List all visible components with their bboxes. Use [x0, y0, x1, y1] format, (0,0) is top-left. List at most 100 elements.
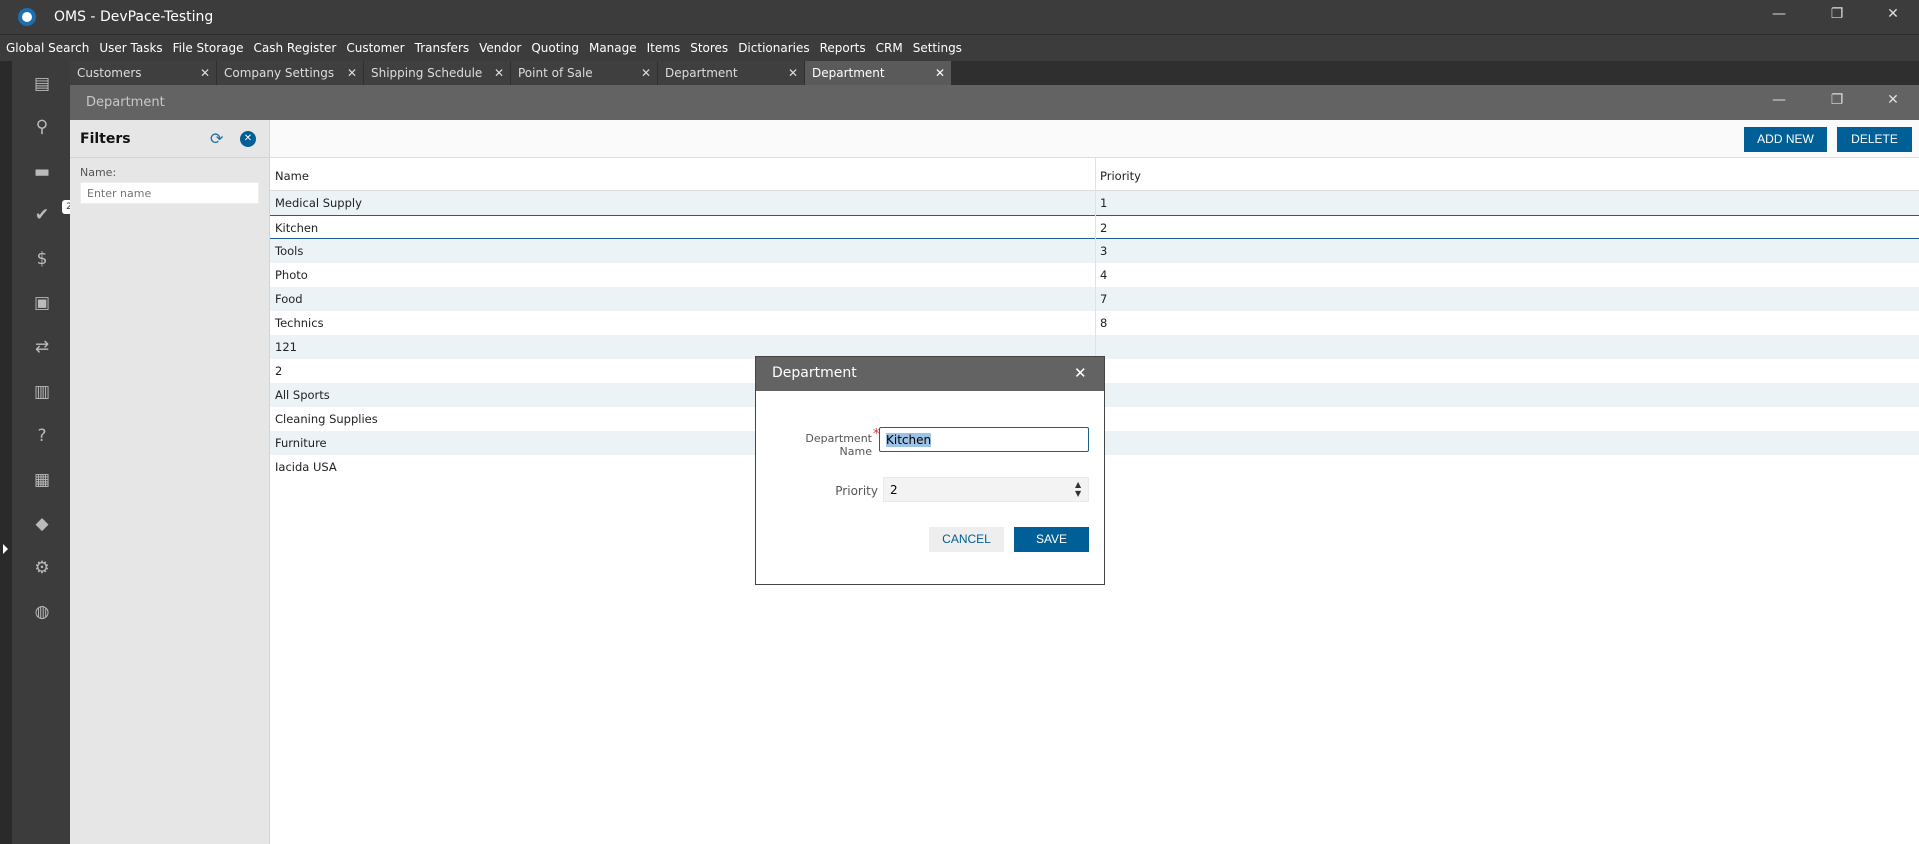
cell-name: Food [275, 292, 303, 306]
menu-item-transfers[interactable]: Transfers [415, 41, 470, 55]
delete-button[interactable]: DELETE [1837, 127, 1912, 152]
cancel-button[interactable]: CANCEL [929, 527, 1004, 552]
tab-label: Customers [77, 66, 142, 80]
tag-icon[interactable]: ◆ [32, 515, 52, 533]
tab-label: Department [665, 66, 738, 80]
folder-icon[interactable]: ▬ [32, 163, 52, 181]
tab-close-icon[interactable]: ✕ [200, 66, 210, 80]
restore-icon[interactable]: ❐ [1822, 6, 1852, 22]
cell-name: Iacida USA [275, 460, 337, 474]
tab-label: Point of Sale [518, 66, 593, 80]
globe-icon[interactable]: ◍ [32, 603, 52, 621]
tab-close-icon[interactable]: ✕ [788, 66, 798, 80]
add-new-button[interactable]: ADD NEW [1744, 127, 1827, 152]
filters-title: Filters [80, 131, 131, 147]
name-label: Name: [80, 166, 117, 179]
cell-priority: 3 [1100, 244, 1108, 258]
dialog-close-icon[interactable]: ✕ [1074, 364, 1087, 382]
stepper-arrows-icon[interactable]: ▲ ▼ [1075, 480, 1081, 498]
store-icon[interactable]: ▥ [32, 383, 52, 401]
tab-bar: Customers ✕ Company Settings ✕ Shipping Sche… [70, 61, 1919, 85]
menu-item-settings[interactable]: Settings [913, 41, 962, 55]
dashboard-icon[interactable]: ▤ [32, 75, 52, 93]
menu-item-crm[interactable]: CRM [876, 41, 903, 55]
left-strip [0, 61, 12, 844]
name-filter-input[interactable] [80, 182, 259, 204]
cell-name: All Sports [275, 388, 330, 402]
menu-item-cash-register[interactable]: Cash Register [254, 41, 337, 55]
settings-icon[interactable]: ⚙ [32, 559, 52, 577]
tab-customers[interactable]: Customers ✕ [70, 61, 217, 85]
tab-close-icon[interactable]: ✕ [641, 66, 651, 80]
tab-point-of-sale[interactable]: Point of Sale ✕ [511, 61, 658, 85]
refresh-icon[interactable]: ⟳ [210, 129, 223, 148]
menu-item-dictionaries[interactable]: Dictionaries [738, 41, 809, 55]
department-name-label: Department Name [805, 432, 872, 458]
window-title: Department [86, 95, 165, 110]
filters-panel: Filters ⟳ ✕ Name: [70, 120, 270, 844]
title-bar: OMS - DevPace-Testing — ❐ ✕ [0, 0, 1919, 34]
tab-department[interactable]: Department ✕ [805, 61, 952, 85]
menu-item-quoting[interactable]: Quoting [531, 41, 579, 55]
cell-name: Kitchen [275, 221, 319, 235]
app-logo-icon [18, 8, 36, 26]
transfers-icon[interactable]: ⇄ [32, 338, 52, 356]
window-restore-icon[interactable]: ❐ [1822, 92, 1852, 108]
cell-priority: 2 [1100, 221, 1108, 235]
cell-priority: 7 [1100, 292, 1108, 306]
cell-priority: 1 [1100, 196, 1108, 210]
cell-name: Technics [275, 316, 324, 330]
menu-item-manage[interactable]: Manage [589, 41, 637, 55]
cell-name: Medical Supply [275, 196, 362, 210]
tab-close-icon[interactable]: ✕ [347, 66, 357, 80]
app-title: OMS - DevPace-Testing [54, 9, 214, 25]
column-header-priority[interactable]: Priority [1100, 169, 1141, 183]
tab-shipping-schedule[interactable]: Shipping Schedule ✕ [364, 61, 511, 85]
save-button[interactable]: SAVE [1014, 527, 1089, 552]
menu-item-stores[interactable]: Stores [690, 41, 728, 55]
toolbar: ADD NEW DELETE [270, 120, 1919, 158]
clipboard-icon[interactable]: ▦ [32, 471, 52, 489]
cell-name: Cleaning Supplies [275, 412, 378, 426]
menu-item-vendor[interactable]: Vendor [479, 41, 521, 55]
window-minimize-icon[interactable]: — [1764, 92, 1794, 108]
menu-item-items[interactable]: Items [647, 41, 681, 55]
menu-item-customer[interactable]: Customer [346, 41, 404, 55]
search-icon[interactable]: ⚲ [32, 118, 52, 136]
expand-arrow-icon[interactable] [3, 544, 8, 554]
window-close-icon[interactable]: ✕ [1878, 92, 1908, 108]
quoting-icon[interactable]: ? [32, 427, 52, 445]
tab-label: Department [812, 66, 885, 80]
tab-label: Shipping Schedule [371, 66, 483, 80]
window-header: Department — ❐ ✕ [70, 85, 1919, 120]
dialog-header: Department ✕ [756, 357, 1104, 391]
department-dialog: Department ✕ Department Name * Kitchen P… [755, 356, 1105, 585]
dialog-title: Department [772, 365, 857, 381]
department-name-input[interactable]: Kitchen [879, 427, 1089, 452]
tab-label: Company Settings [224, 66, 335, 80]
menu-item-reports[interactable]: Reports [820, 41, 866, 55]
cash-icon[interactable]: $ [32, 250, 52, 268]
clear-filters-icon[interactable]: ✕ [240, 131, 256, 147]
column-header-name[interactable]: Name [275, 169, 309, 183]
tab-company-settings[interactable]: Company Settings ✕ [217, 61, 364, 85]
menu-item-global-search[interactable]: Global Search [6, 41, 89, 55]
tab-close-icon[interactable]: ✕ [494, 66, 504, 80]
sidebar: ▤ ⚲ ▬ ✔ 2 $ ▣ ⇄ ▥ ? ▦ ◆ ⚙ ◍ [12, 61, 76, 844]
tab-department[interactable]: Department ✕ [658, 61, 805, 85]
priority-stepper[interactable]: 2 ▲ ▼ [883, 477, 1089, 502]
cell-name: Furniture [275, 436, 327, 450]
menu-item-file-storage[interactable]: File Storage [173, 41, 244, 55]
close-icon[interactable]: ✕ [1878, 6, 1908, 22]
menu-item-user-tasks[interactable]: User Tasks [99, 41, 162, 55]
customer-icon[interactable]: ▣ [32, 294, 52, 312]
tasks-icon[interactable]: ✔ 2 [32, 200, 76, 224]
minimize-icon[interactable]: — [1764, 6, 1794, 22]
menu-bar: Global Search User Tasks File Storage Cash … [0, 34, 1919, 61]
cell-name: 2 [275, 364, 283, 378]
priority-label: Priority [835, 484, 878, 498]
cell-priority: 4 [1100, 268, 1108, 282]
tab-close-icon[interactable]: ✕ [935, 66, 945, 80]
cell-name: Tools [275, 244, 304, 258]
cell-name: Photo [275, 268, 308, 282]
